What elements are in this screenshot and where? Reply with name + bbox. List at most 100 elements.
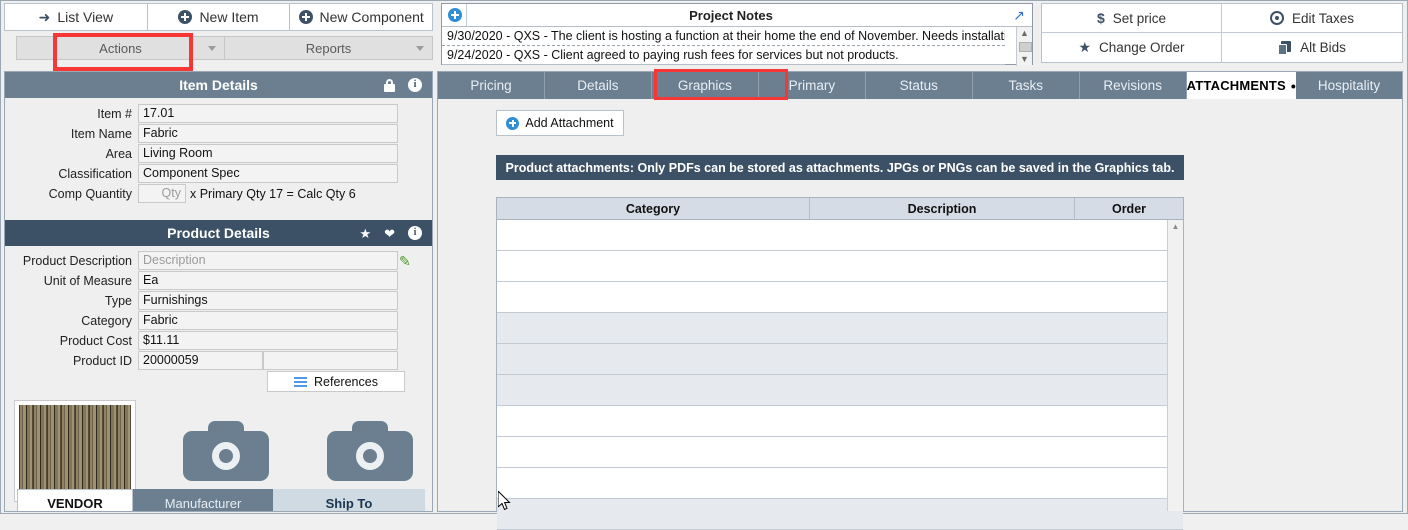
type-field[interactable]: Furnishings bbox=[138, 291, 398, 310]
list-view-button[interactable]: ➜ List View bbox=[4, 3, 148, 31]
scroll-up-icon[interactable]: ▲ bbox=[1017, 27, 1032, 40]
tab-primary[interactable]: Primary bbox=[759, 72, 866, 99]
tab-attachments[interactable]: ATTACHMENTS • bbox=[1186, 72, 1296, 99]
edit-taxes-button[interactable]: Edit Taxes bbox=[1222, 4, 1402, 33]
table-row[interactable] bbox=[497, 251, 1183, 282]
info-icon[interactable]: i bbox=[408, 226, 422, 240]
expand-icon[interactable]: ↗ bbox=[1011, 7, 1027, 23]
product-cost-field[interactable]: $11.11 bbox=[138, 331, 398, 350]
comp-quantity-formula: x Primary Qty 17 = Calc Qty 6 bbox=[190, 186, 356, 201]
note-row[interactable]: 9/30/2020 - QXS - The client is hosting … bbox=[442, 27, 1005, 46]
copy-icon bbox=[1278, 40, 1292, 55]
grid-body: ▲ bbox=[497, 220, 1183, 530]
dropdown-row: Actions Reports bbox=[16, 36, 433, 60]
nav-button-row: ➜ List View New Item New Component bbox=[4, 3, 434, 31]
new-item-button[interactable]: New Item bbox=[146, 3, 291, 31]
table-row[interactable] bbox=[497, 220, 1183, 251]
heart-icon[interactable]: ❤ bbox=[384, 227, 395, 240]
divider bbox=[466, 4, 467, 26]
set-price-button[interactable]: $ Set price bbox=[1042, 4, 1222, 33]
table-row[interactable] bbox=[497, 375, 1183, 406]
star-icon[interactable]: ★ bbox=[359, 227, 371, 240]
scroll-down-icon[interactable]: ▼ bbox=[1017, 53, 1032, 66]
main-tab-bar: Pricing Details Graphics Primary Status … bbox=[438, 72, 1402, 99]
add-attachment-button[interactable]: Add Attachment bbox=[496, 110, 624, 136]
product-id-extra-field[interactable] bbox=[263, 351, 398, 370]
item-name-field[interactable]: Fabric bbox=[138, 124, 398, 143]
unit-of-measure-row: Unit of Measure Ea bbox=[5, 271, 432, 290]
product-description-row: Product Description Description ✎ bbox=[5, 251, 432, 270]
column-header-description[interactable]: Description bbox=[810, 198, 1075, 219]
tab-tasks[interactable]: Tasks bbox=[973, 72, 1080, 99]
tab-vendor[interactable]: VENDOR bbox=[17, 489, 133, 511]
edit-taxes-label: Edit Taxes bbox=[1291, 10, 1355, 26]
notes-scrollbar[interactable]: ▲ ▼ bbox=[1016, 27, 1032, 66]
product-description-label: Product Description bbox=[22, 253, 132, 268]
tab-status[interactable]: Status bbox=[866, 72, 973, 99]
table-row[interactable] bbox=[497, 344, 1183, 375]
tab-ship-to[interactable]: Ship To bbox=[273, 489, 425, 511]
list-icon bbox=[294, 376, 308, 387]
circle-plus-icon bbox=[298, 10, 313, 24]
image-slot-3[interactable] bbox=[326, 400, 414, 502]
lock-icon[interactable] bbox=[384, 78, 395, 92]
product-swatch-image[interactable] bbox=[14, 400, 136, 502]
tab-pricing[interactable]: Pricing bbox=[438, 72, 545, 99]
category-field[interactable]: Fabric bbox=[138, 311, 398, 330]
pencil-icon[interactable]: ✎ bbox=[399, 253, 414, 269]
image-slot-2[interactable] bbox=[182, 400, 270, 502]
grid-header-row: Category Description Order bbox=[497, 198, 1183, 220]
radio-icon bbox=[1269, 11, 1284, 25]
table-row[interactable] bbox=[497, 468, 1183, 499]
grid-scrollbar[interactable]: ▲ bbox=[1167, 220, 1183, 511]
item-details-form: Item # 17.01 Item Name Fabric Area Livin… bbox=[5, 98, 432, 220]
reports-dropdown[interactable]: Reports bbox=[224, 36, 433, 60]
change-order-button[interactable]: ★ Change Order bbox=[1042, 33, 1222, 62]
project-notes-body: 9/30/2020 - QXS - The client is hosting … bbox=[442, 27, 1032, 66]
references-label: References bbox=[314, 374, 378, 389]
vendor-tab-bar: VENDOR Manufacturer Ship To bbox=[17, 489, 425, 511]
product-id-field[interactable]: 20000059 bbox=[138, 351, 263, 370]
tab-manufacturer[interactable]: Manufacturer bbox=[133, 489, 273, 511]
item-number-row: Item # 17.01 bbox=[5, 104, 432, 123]
item-number-label: Item # bbox=[97, 106, 132, 121]
table-row[interactable] bbox=[497, 406, 1183, 437]
product-cost-row: Product Cost $11.11 bbox=[5, 331, 432, 350]
column-header-order[interactable]: Order bbox=[1075, 198, 1183, 219]
fabric-texture bbox=[19, 405, 131, 497]
toolbar-right-group: $ Set price Edit Taxes ★ Change Order Al… bbox=[1041, 3, 1403, 63]
table-row[interactable] bbox=[497, 282, 1183, 313]
set-price-label: Set price bbox=[1112, 10, 1167, 26]
scrollbar-thumb[interactable] bbox=[1019, 42, 1032, 52]
tab-revisions[interactable]: Revisions bbox=[1080, 72, 1187, 99]
chevron-down-icon bbox=[208, 46, 216, 51]
table-row[interactable] bbox=[497, 437, 1183, 468]
alt-bids-label: Alt Bids bbox=[1300, 40, 1346, 55]
references-row: References bbox=[5, 371, 432, 392]
column-header-category[interactable]: Category bbox=[497, 198, 810, 219]
new-component-button[interactable]: New Component bbox=[289, 3, 434, 31]
references-button[interactable]: References bbox=[267, 371, 405, 392]
item-number-field[interactable]: 17.01 bbox=[138, 104, 398, 123]
tab-details[interactable]: Details bbox=[545, 72, 652, 99]
table-row[interactable] bbox=[497, 313, 1183, 344]
note-row[interactable]: 9/24/2020 - QXS - Client agreed to payin… bbox=[442, 46, 1005, 65]
classification-field[interactable]: Component Spec bbox=[138, 164, 398, 183]
scroll-up-icon[interactable]: ▲ bbox=[1168, 221, 1183, 233]
top-toolbar: ➜ List View New Item New Component Actio… bbox=[1, 1, 1408, 67]
unit-of-measure-field[interactable]: Ea bbox=[138, 271, 398, 290]
table-row[interactable] bbox=[497, 499, 1183, 530]
tab-hospitality[interactable]: Hospitality bbox=[1296, 72, 1402, 99]
alt-bids-button[interactable]: Alt Bids bbox=[1222, 33, 1402, 62]
type-label: Type bbox=[104, 293, 132, 308]
info-icon[interactable]: i bbox=[408, 78, 422, 92]
product-description-field[interactable]: Description bbox=[138, 251, 398, 270]
add-note-icon[interactable] bbox=[448, 8, 462, 22]
area-field[interactable]: Living Room bbox=[138, 144, 398, 163]
unit-of-measure-label: Unit of Measure bbox=[43, 273, 132, 288]
item-details-header: Item Details i bbox=[5, 72, 432, 98]
add-attachment-label: Add Attachment bbox=[525, 116, 614, 130]
comp-quantity-input[interactable]: Qty bbox=[138, 184, 186, 203]
tab-graphics[interactable]: Graphics bbox=[652, 72, 759, 99]
actions-dropdown[interactable]: Actions bbox=[16, 36, 225, 60]
